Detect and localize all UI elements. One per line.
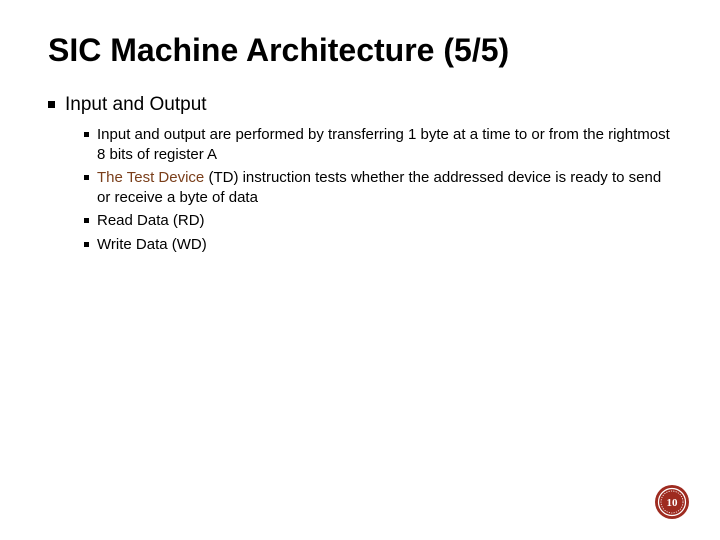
square-bullet-icon — [48, 101, 55, 108]
list-item: The Test Device (TD) instruction tests w… — [84, 168, 672, 207]
list-item-text: The Test Device (TD) instruction tests w… — [97, 168, 672, 207]
accent-text: The Test Device — [97, 169, 204, 186]
page-number: 10 — [667, 497, 679, 509]
section-row: Input and Output — [48, 93, 672, 118]
list-item-text: Write Data (WD) — [97, 235, 207, 255]
list-item: Read Data (RD) — [84, 211, 672, 231]
list-item-text: Read Data (RD) — [97, 211, 205, 231]
list-item-text: Input and output are performed by transf… — [97, 125, 672, 164]
square-bullet-icon — [84, 175, 89, 180]
square-bullet-icon — [84, 242, 89, 247]
square-bullet-icon — [84, 218, 89, 223]
square-bullet-icon — [84, 132, 89, 137]
section-heading: Input and Output — [65, 93, 207, 118]
slide: SIC Machine Architecture (5/5) Input and… — [0, 0, 720, 540]
page-number-badge: 10 — [654, 484, 690, 520]
bullet-list: Input and output are performed by transf… — [84, 125, 672, 254]
slide-title: SIC Machine Architecture (5/5) — [48, 32, 672, 69]
list-item: Write Data (WD) — [84, 235, 672, 255]
list-item: Input and output are performed by transf… — [84, 125, 672, 164]
